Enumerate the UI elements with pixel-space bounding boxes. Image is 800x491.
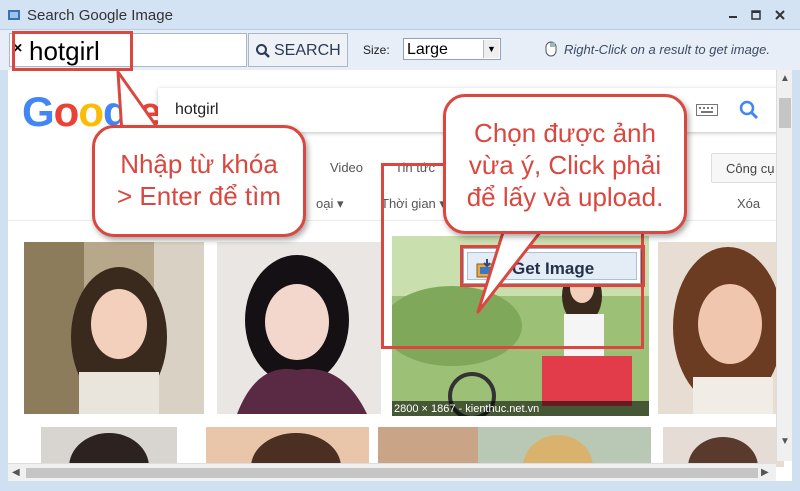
callout-line: > Enter để tìm: [116, 181, 282, 211]
callout-line: Chọn được ảnh: [474, 118, 656, 148]
callout-right: Chọn được ảnh vừa ý, Click phải để lấy v…: [443, 94, 687, 234]
callout-line: để lấy và upload.: [466, 182, 664, 212]
callout-line: Nhập từ khóa: [120, 149, 278, 179]
callout-pointers: [116, 70, 547, 314]
callout-line: vừa ý, Click phải: [468, 150, 662, 180]
query-highlight: [12, 31, 133, 71]
callout-left: Nhập từ khóa > Enter để tìm: [92, 125, 306, 237]
